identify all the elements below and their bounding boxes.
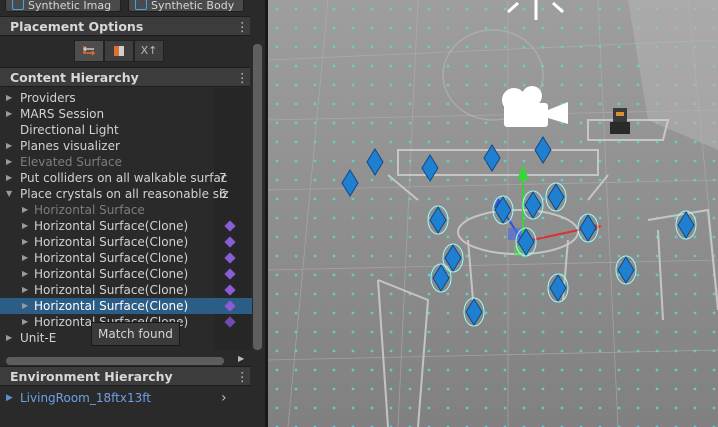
crystal[interactable] [545, 182, 567, 212]
tree-item-providers[interactable]: ▶ Providers [0, 90, 252, 106]
kebab-menu-icon[interactable]: ⋮ [236, 68, 249, 88]
crystal[interactable] [430, 263, 452, 293]
expand-arrow-icon[interactable]: ▶ [22, 266, 28, 282]
scroll-right-arrow-icon[interactable]: ▶ [238, 354, 244, 363]
match-found-icon[interactable] [224, 268, 236, 280]
tree-item-horizontal-surface-clone[interactable]: ▶ Horizontal Surface(Clone) [0, 218, 252, 234]
tree-item-planes-visualizer[interactable]: ▶ Planes visualizer [0, 138, 252, 154]
tree-item-place-crystals[interactable]: ▶ Place crystals on all reasonable siz 6 [0, 186, 252, 202]
box-icon [114, 46, 124, 56]
expand-arrow-icon[interactable]: ▶ [6, 389, 13, 407]
expand-arrow-icon[interactable]: ▶ [22, 218, 28, 234]
crystal[interactable] [675, 210, 697, 240]
match-found-icon[interactable] [224, 284, 236, 296]
tree-item-horizontal-surface-clone[interactable]: ▶ Horizontal Surface(Clone) [0, 234, 252, 250]
expand-arrow-icon[interactable]: ▶ [22, 202, 28, 218]
crystal[interactable] [577, 213, 599, 243]
environment-item[interactable]: ▶ LivingRoom_18ftx13ft › [0, 389, 252, 407]
mars-panel: Synthetic Imag Synthetic Body Placement … [0, 0, 265, 427]
tree-item-elevated-surface[interactable]: ▶ Elevated Surface [0, 154, 252, 170]
match-count: 6 [219, 187, 227, 201]
crystal[interactable] [547, 273, 569, 303]
match-found-icon[interactable] [224, 236, 236, 248]
expand-arrow-icon[interactable]: ▶ [6, 138, 12, 154]
tree-item-directional-light[interactable]: Directional Light [0, 122, 252, 138]
expand-arrow-icon[interactable]: ▶ [22, 250, 28, 266]
match-found-icon[interactable] [224, 316, 236, 328]
chevron-right-icon[interactable]: › [221, 389, 227, 407]
content-tree: ▶ Providers ▶ MARS Session Directional L… [0, 90, 252, 346]
expand-arrow-icon[interactable]: ▶ [6, 330, 12, 346]
match-count: 7 [219, 171, 227, 185]
expand-arrow-icon[interactable]: ▶ [22, 298, 28, 314]
image-icon [12, 0, 24, 10]
environment-hierarchy-header[interactable]: Environment Hierarchy ⋮ [0, 366, 250, 386]
synthetic-image-button[interactable]: Synthetic Imag [5, 0, 121, 12]
top-buttons: Synthetic Imag Synthetic Body [0, 0, 250, 14]
swap-icon [83, 46, 95, 56]
crystal[interactable] [615, 255, 637, 285]
vertical-scrollbar[interactable] [253, 44, 262, 350]
content-hierarchy-header[interactable]: Content Hierarchy ⋮ [0, 67, 250, 87]
expand-arrow-icon[interactable]: ▶ [22, 282, 28, 298]
crystal[interactable] [427, 205, 449, 235]
box-tool-button[interactable] [104, 40, 134, 62]
placement-options-header[interactable]: Placement Options ⋮ [0, 16, 250, 36]
match-found-icon[interactable] [224, 252, 236, 264]
expand-arrow-icon[interactable]: ▶ [6, 90, 12, 106]
kebab-menu-icon[interactable]: ⋮ [236, 17, 249, 37]
scene-canvas[interactable] [268, 0, 718, 427]
expand-arrow-icon[interactable]: ▶ [6, 106, 12, 122]
expand-arrow-icon[interactable]: ▶ [6, 154, 12, 170]
scene-viewport[interactable] [268, 0, 718, 427]
body-icon [135, 0, 147, 10]
tree-item-horizontal-surface-clone[interactable]: ▶ Horizontal Surface(Clone) [0, 250, 252, 266]
swap-tool-button[interactable] [74, 40, 104, 62]
tree-item-mars-session[interactable]: ▶ MARS Session [0, 106, 252, 122]
synthetic-body-button[interactable]: Synthetic Body [128, 0, 244, 12]
placement-toolbar: X↑ [74, 40, 164, 62]
tree-item-put-colliders[interactable]: ▶ Put colliders on all walkable surfac 7 [0, 170, 252, 186]
match-found-icon[interactable] [224, 220, 236, 232]
crystal[interactable] [515, 227, 537, 257]
match-found-tooltip: Match found [91, 322, 180, 346]
unit-e-robot[interactable] [610, 108, 630, 134]
tree-item-horizontal-surface[interactable]: ▶ Horizontal Surface [0, 202, 252, 218]
kebab-menu-icon[interactable]: ⋮ [236, 367, 249, 387]
horizontal-scrollbar[interactable] [6, 357, 224, 365]
crystal[interactable] [442, 243, 464, 273]
match-found-icon[interactable] [224, 300, 236, 312]
collapse-arrow-icon[interactable]: ▶ [1, 191, 17, 197]
expand-arrow-icon[interactable]: ▶ [22, 234, 28, 250]
crystal[interactable] [492, 195, 514, 225]
expand-arrow-icon[interactable]: ▶ [6, 170, 12, 186]
expand-arrow-icon[interactable]: ▶ [22, 314, 28, 330]
crystal[interactable] [522, 190, 544, 220]
tree-item-horizontal-surface-clone[interactable]: ▶ Horizontal Surface(Clone) [0, 266, 252, 282]
crystal[interactable] [463, 297, 485, 327]
x-up-tool-button[interactable]: X↑ [134, 40, 164, 62]
tree-item-horizontal-surface-clone-selected[interactable]: ▶ Horizontal Surface(Clone) [0, 298, 252, 314]
tree-item-horizontal-surface-clone[interactable]: ▶ Horizontal Surface(Clone) [0, 282, 252, 298]
